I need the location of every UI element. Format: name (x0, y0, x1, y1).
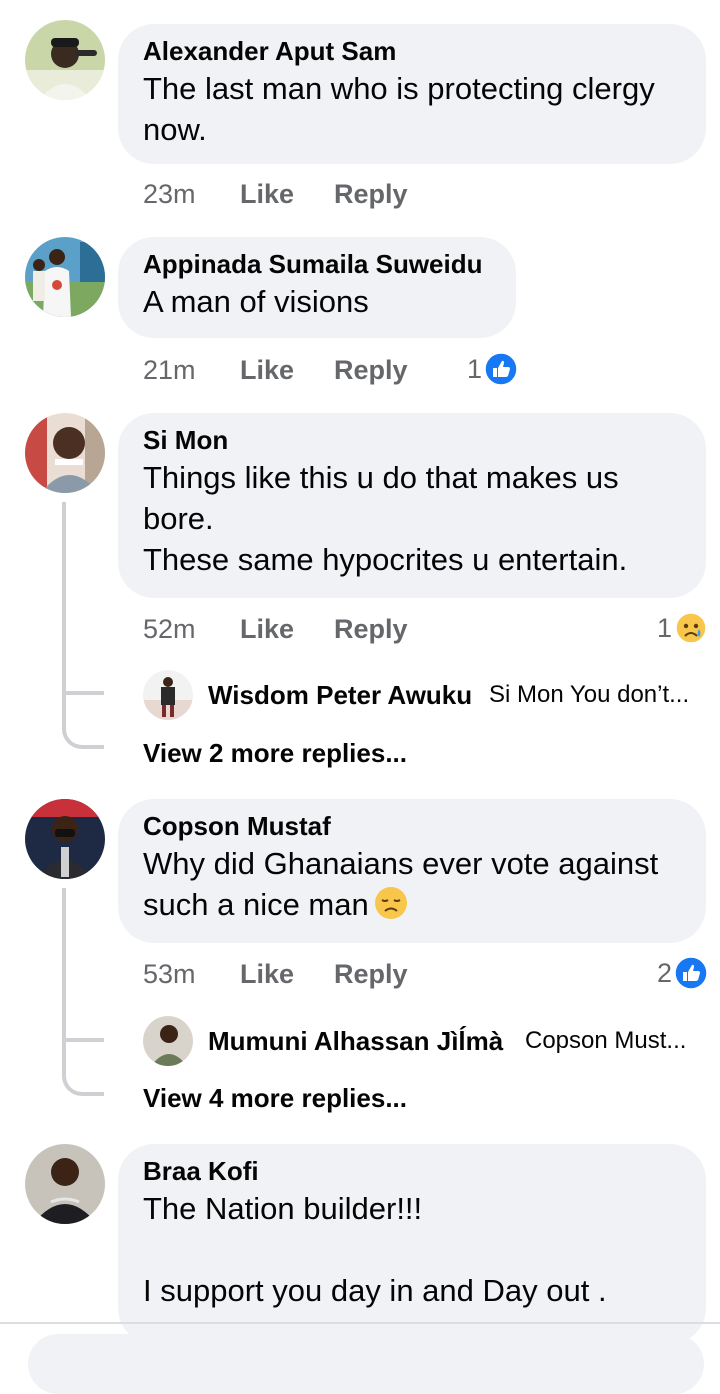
comment-text-line (143, 1229, 681, 1270)
avatar[interactable] (25, 799, 105, 879)
comment-text-line: such a nice man (143, 884, 681, 925)
comment-text-line: These same hypocrites u entertain. (143, 542, 628, 577)
comment-text-line: The Nation builder!!! (143, 1191, 423, 1226)
comment-time: 21m (143, 355, 196, 385)
avatar[interactable] (25, 413, 105, 493)
comment-text: Things like this u do that makes us bore… (143, 457, 681, 580)
avatar-photo (25, 799, 105, 879)
avatar[interactable] (143, 1016, 193, 1066)
comment-time: 53m (143, 959, 196, 989)
thread-connector (62, 1072, 104, 1096)
reaction-summary[interactable]: 2 (620, 953, 708, 993)
avatar-photo (25, 20, 105, 100)
like-button[interactable]: Like (240, 609, 294, 649)
comment-bubble[interactable]: Appinada Sumaila Suweidu A man of vision… (118, 237, 516, 338)
comment-author[interactable]: Appinada Sumaila Suweidu (143, 247, 491, 281)
avatar-photo (143, 1016, 193, 1066)
sad-reaction-icon (675, 612, 707, 644)
thread-connector (62, 1038, 104, 1042)
avatar-photo (25, 237, 105, 317)
thread-line (62, 502, 66, 678)
reply-preview[interactable]: Wisdom Peter Awuku Si Mon You don’t... (143, 670, 708, 720)
comment-text: A man of visions (143, 281, 491, 322)
like-button[interactable]: Like (240, 954, 294, 994)
reaction-count: 1 (656, 613, 672, 643)
comment-bubble[interactable]: Copson Mustaf Why did Ghanaians ever vot… (118, 799, 706, 943)
like-reaction-icon (484, 352, 518, 386)
thread-connector (62, 691, 104, 695)
avatar[interactable] (25, 237, 105, 317)
comment-text-segment: such a nice man (143, 887, 369, 922)
like-button[interactable]: Like (240, 350, 294, 390)
view-more-replies-button[interactable]: View 2 more replies... (143, 733, 407, 773)
avatar-photo (143, 670, 193, 720)
reply-button[interactable]: Reply (334, 174, 408, 214)
avatar-photo (25, 413, 105, 493)
like-reaction-icon (674, 956, 708, 990)
comment-text: Why did Ghanaians ever vote against such… (143, 843, 681, 925)
comment-text-line: I support you day in and Day out . (143, 1273, 607, 1308)
reaction-summary[interactable]: 1 (620, 608, 708, 648)
comment-bubble[interactable]: Braa Kofi The Nation builder!!! I suppor… (118, 1144, 706, 1344)
reaction-count: 2 (656, 958, 672, 988)
comment-bubble[interactable]: Si Mon Things like this u do that makes … (118, 413, 706, 598)
avatar[interactable] (25, 1144, 105, 1224)
reply-button[interactable]: Reply (334, 609, 408, 649)
thread-line (62, 888, 66, 1073)
reaction-summary[interactable]: 1 (430, 349, 518, 389)
comment-author[interactable]: Braa Kofi (143, 1154, 681, 1188)
disappointed-face-icon (374, 887, 407, 919)
comment-text-line: Things like this u do that makes us (143, 460, 619, 495)
reply-text: Copson Must... (525, 1027, 687, 1054)
comment-text: The Nation builder!!! I support you day … (143, 1188, 681, 1311)
view-more-replies-button[interactable]: View 4 more replies... (143, 1078, 407, 1118)
comment-text-line: Why did Ghanaians ever vote against (143, 846, 659, 881)
comment-composer-input[interactable] (28, 1334, 704, 1394)
comment-bubble[interactable]: Alexander Aput Sam The last man who is p… (118, 24, 706, 164)
comment-time: 52m (143, 614, 196, 644)
reaction-count: 1 (466, 354, 482, 384)
composer-divider (0, 1322, 720, 1324)
thread-line (62, 678, 66, 728)
comment-time: 23m (143, 179, 196, 209)
like-button[interactable]: Like (240, 174, 294, 214)
comment-text-line: A man of visions (143, 284, 369, 319)
comment-author[interactable]: Alexander Aput Sam (143, 34, 681, 68)
comment-author[interactable]: Si Mon (143, 423, 681, 457)
reply-author[interactable]: Wisdom Peter Awuku (208, 676, 472, 714)
reply-preview[interactable]: Mumuni Alhassan Jìĺmà Copson Must... (143, 1016, 708, 1066)
reply-button[interactable]: Reply (334, 954, 408, 994)
comment-author[interactable]: Copson Mustaf (143, 809, 681, 843)
comment-text-line: bore. (143, 501, 214, 536)
avatar-photo (25, 1144, 105, 1224)
avatar[interactable] (25, 20, 105, 100)
reply-text: Si Mon You don’t... (489, 681, 690, 708)
comment-text: The last man who is protecting clergy no… (143, 68, 681, 150)
reply-author[interactable]: Mumuni Alhassan Jìĺmà (208, 1022, 503, 1060)
reply-button[interactable]: Reply (334, 350, 408, 390)
comment-text-line: now. (143, 112, 207, 147)
thread-connector (62, 725, 104, 749)
avatar[interactable] (143, 670, 193, 720)
comment-text-line: The last man who is protecting clergy (143, 71, 655, 106)
